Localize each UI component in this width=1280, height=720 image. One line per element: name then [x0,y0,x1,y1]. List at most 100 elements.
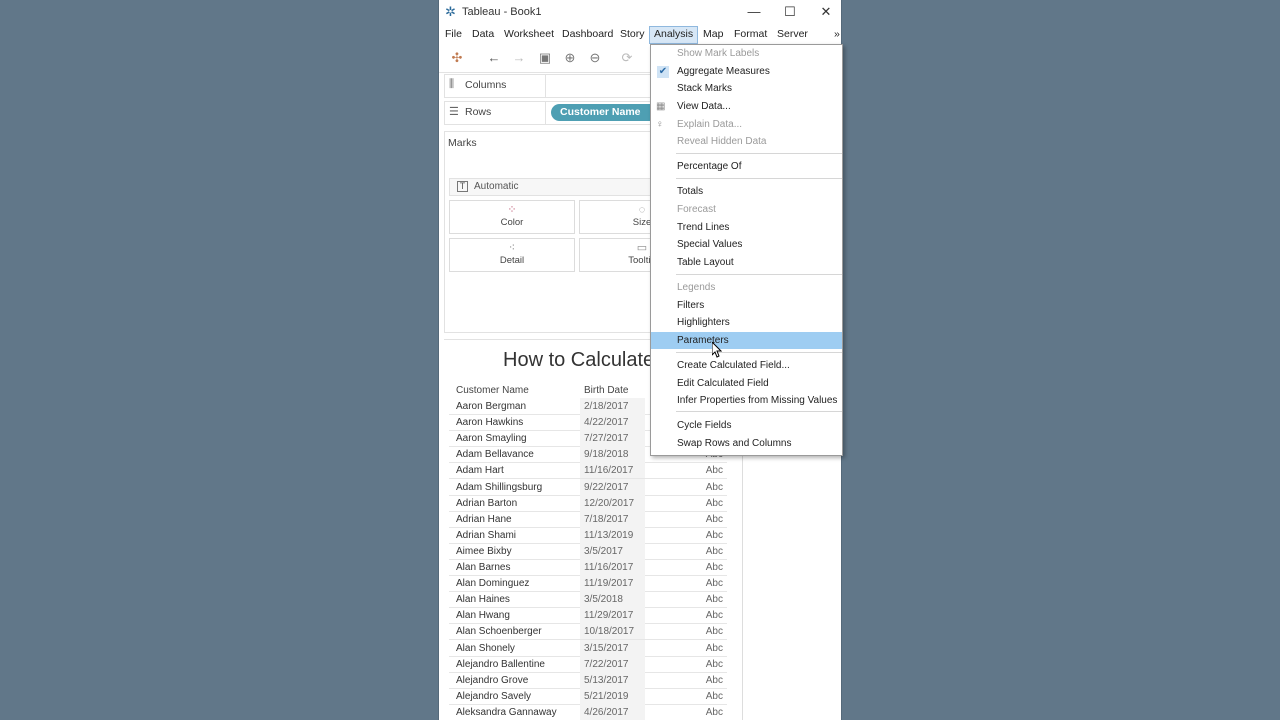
menu-dashboard[interactable]: Dashboard [558,26,617,42]
table-row[interactable]: Alejandro Ballentine 7/22/2017 Abc [449,655,727,673]
table-row[interactable]: Alejandro Grove 5/13/2017 Abc [449,671,727,689]
undo-icon[interactable]: ← [485,50,503,66]
menu-item-view-data[interactable]: ▦ View Data... [651,98,842,115]
menu-item-forecast: Forecast [651,201,842,218]
menu-overflow[interactable]: » [830,26,841,42]
shelf-divider [545,102,546,124]
birth-date-cell: 11/16/2017 [584,465,634,477]
menu-item-swap-rows-and-columns[interactable]: Swap Rows and Columns [651,435,842,452]
side-panel [742,454,841,720]
menu-format[interactable]: Format [730,26,771,42]
menu-data[interactable]: Data [468,26,498,42]
birth-date-cell: 12/20/2017 [584,497,635,509]
customer-name-cell: Adrian Hane [456,513,512,525]
menu-separator [676,153,842,154]
tableau-home-icon[interactable]: ✣ [448,50,466,66]
abc-cell: Abc [705,626,723,638]
table-row[interactable]: Adrian Hane 7/18/2017 Abc [449,510,727,528]
menu-item-label: Swap Rows and Columns [677,438,792,449]
color-button[interactable]: ⁘ Color [449,200,575,234]
customer-name-cell: Aaron Bergman [456,401,527,412]
menu-item-label: Aggregate Measures [677,66,770,77]
shelf-divider [545,75,546,97]
table-row[interactable]: Alan Schoenberger 10/18/2017 Abc [449,623,727,641]
table-row[interactable]: Adrian Shami 11/13/2019 Abc [449,526,727,544]
birth-date-cell: 11/29/2017 [584,610,634,622]
menu-item-label: Percentage Of [677,161,742,172]
table-row[interactable]: Alejandro Savely 5/21/2019 Abc [449,687,727,705]
table-row[interactable]: Adam Hart 11/16/2017 Abc [449,462,727,480]
menu-separator [676,411,842,412]
menu-item-highlighters[interactable]: Highlighters [651,314,842,331]
analysis-menu: Show Mark Labels ✔ Aggregate Measures Stack… [650,44,843,456]
pause-updates-icon[interactable]: ⊖ [586,50,604,66]
table-row[interactable]: Aleksandra Gannaway 4/26/2017 Abc [449,703,727,720]
menu-item-percentage-of[interactable]: Percentage Of [651,158,842,175]
menu-story[interactable]: Story [616,26,649,42]
refresh-icon[interactable]: ⟳ [618,50,636,66]
birth-date-cell: 7/18/2017 [584,513,629,525]
menu-worksheet[interactable]: Worksheet [500,26,558,42]
menu-item-trend-lines[interactable]: Trend Lines [651,219,842,236]
menu-item-edit-calculated-field[interactable]: Edit Calculated Field [651,375,842,392]
view-data-icon: ▦ [656,101,666,112]
header-birth-date[interactable]: Birth Date [584,385,628,396]
menu-item-infer-properties-from-missing-values[interactable]: Infer Properties from Missing Values [651,392,842,409]
menu-item-filters[interactable]: Filters [651,297,842,314]
new-datasource-icon[interactable]: ⊕ [561,50,579,66]
menu-item-totals[interactable]: Totals [651,183,842,200]
abc-cell: Abc [705,562,723,573]
minimize-button[interactable]: — [739,2,769,22]
menu-map[interactable]: Map [699,26,727,42]
header-customer-name[interactable]: Customer Name [456,385,529,396]
marks-title: Marks [448,137,477,149]
menu-item-special-values[interactable]: Special Values [651,236,842,253]
table-row[interactable]: Alan Dominguez 11/19/2017 Abc [449,575,727,593]
customer-name-cell: Alan Barnes [456,562,511,573]
table-row[interactable]: Alan Shonely 3/15/2017 Abc [449,639,727,657]
checkmark-icon: ✔ [657,66,669,78]
table-row[interactable]: Alan Haines 3/5/2018 Abc [449,591,727,609]
detail-icon: ⁖ [508,242,516,254]
columns-label: Columns [465,79,507,91]
birth-date-cell: 4/22/2017 [584,417,629,429]
table-row[interactable]: Alan Hwang 11/29/2017 Abc [449,607,727,625]
birth-date-cell: 11/16/2017 [584,562,634,573]
menu-item-label: Special Values [677,239,743,250]
customer-name-cell: Aaron Hawkins [456,417,524,429]
menu-item-cycle-fields[interactable]: Cycle Fields [651,417,842,434]
menu-item-label: Edit Calculated Field [677,378,769,389]
abc-cell: Abc [705,690,723,702]
customer-name-cell: Alan Hwang [456,610,510,622]
menu-server[interactable]: Server [773,26,812,42]
menu-item-label: Table Layout [677,257,734,268]
abc-cell: Abc [705,658,723,670]
detail-button[interactable]: ⁖ Detail [449,238,575,272]
menu-item-stack-marks[interactable]: Stack Marks [651,80,842,97]
menu-analysis[interactable]: Analysis [649,26,699,44]
birth-date-cell: 4/26/2017 [584,706,629,718]
menu-file[interactable]: File [441,26,466,42]
menu-item-create-calculated-field[interactable]: Create Calculated Field... [651,357,842,374]
table-row[interactable]: Adrian Barton 12/20/2017 Abc [449,494,727,512]
close-button[interactable]: ✕ [811,2,841,22]
menu-item-label: Infer Properties from Missing Values [677,395,838,406]
columns-icon: ⫼ [449,78,455,90]
detail-label: Detail [499,255,525,266]
table-row[interactable]: Adam Shillingsburg 9/22/2017 Abc [449,478,727,496]
customer-name-cell: Aleksandra Gannaway [456,706,557,718]
table-row[interactable]: Aimee Bixby 3/5/2017 Abc [449,542,727,560]
menu-item-table-layout[interactable]: Table Layout [651,254,842,271]
customer-name-cell: Aaron Smayling [456,433,527,445]
title-bar: ✲ Tableau - Book1 — ☐ ✕ [439,0,841,24]
menu-item-aggregate-measures[interactable]: ✔ Aggregate Measures [651,63,842,80]
menu-item-label: Stack Marks [677,83,733,94]
menu-item-parameters[interactable]: Parameters [651,332,842,349]
abc-cell: Abc [705,674,723,686]
redo-icon[interactable]: → [510,50,528,66]
view-title: How to Calculate [503,349,655,371]
birth-date-cell: 7/22/2017 [584,658,629,670]
table-row[interactable]: Alan Barnes 11/16/2017 Abc [449,559,727,576]
maximize-button[interactable]: ☐ [775,2,805,22]
save-icon[interactable]: ▣ [536,50,554,66]
